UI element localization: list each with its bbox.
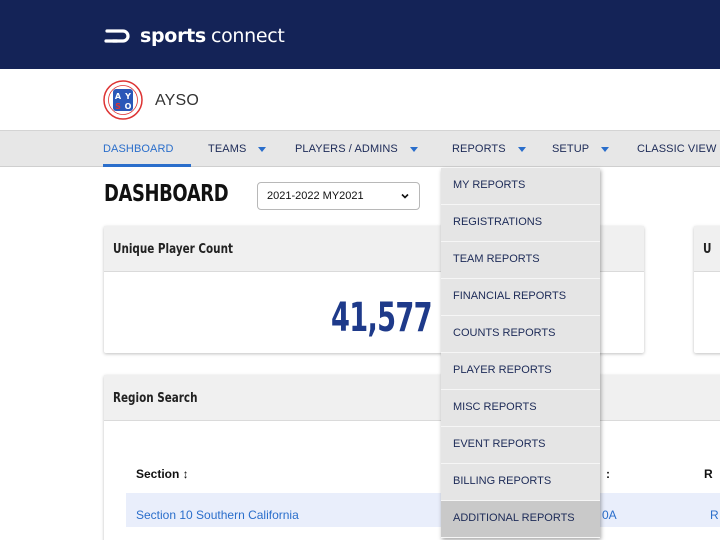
chevron-down-icon bbox=[401, 193, 409, 199]
svg-text:A: A bbox=[115, 92, 122, 101]
menu-item-my-reports[interactable]: MY REPORTS bbox=[441, 168, 600, 205]
menu-item-label: MISC REPORTS bbox=[453, 401, 537, 413]
menu-item-event-reports[interactable]: EVENT REPORTS bbox=[441, 427, 600, 464]
menu-item-label: COUNTS REPORTS bbox=[453, 327, 556, 339]
svg-text:Y: Y bbox=[124, 92, 131, 101]
menu-item-financial-reports[interactable]: FINANCIAL REPORTS bbox=[441, 279, 600, 316]
nav-players-admins[interactable]: PLAYERS / ADMINS bbox=[295, 143, 418, 155]
column-header-partial[interactable]: : bbox=[606, 467, 610, 481]
sports-connect-logo[interactable]: sports connect bbox=[103, 22, 285, 50]
menu-item-label: BILLING REPORTS bbox=[453, 475, 552, 487]
nav-classic-view[interactable]: CLASSIC VIEW bbox=[637, 143, 716, 155]
menu-item-additional-reports[interactable]: ADDITIONAL REPORTS bbox=[441, 501, 600, 538]
menu-item-registrations[interactable]: REGISTRATIONS bbox=[441, 205, 600, 242]
brand-name-bold: sports bbox=[140, 25, 206, 47]
menu-item-misc-reports[interactable]: MISC REPORTS bbox=[441, 390, 600, 427]
unique-player-count-value: 41,577 bbox=[331, 295, 433, 341]
menu-item-label: MY REPORTS bbox=[453, 179, 526, 191]
menu-item-label: PLAYER REPORTS bbox=[453, 364, 552, 376]
brand-name-light: connect bbox=[210, 25, 285, 47]
season-select-value: 2021-2022 MY2021 bbox=[267, 190, 364, 202]
main-navigation: DASHBOARD TEAMS PLAYERS / ADMINS REPORTS… bbox=[0, 131, 720, 167]
unique-player-count-title: Unique Player Count bbox=[113, 242, 233, 257]
menu-item-player-reports[interactable]: PLAYER REPORTS bbox=[441, 353, 600, 390]
organization-name: AYSO bbox=[155, 92, 200, 109]
svg-text:O: O bbox=[125, 102, 132, 111]
menu-item-label: EVENT REPORTS bbox=[453, 438, 546, 450]
menu-item-label: ADDITIONAL REPORTS bbox=[453, 512, 575, 524]
nav-teams[interactable]: TEAMS bbox=[208, 143, 267, 155]
nav-players-admins-label: PLAYERS / ADMINS bbox=[295, 143, 398, 155]
nav-dashboard-label: DASHBOARD bbox=[103, 143, 174, 155]
region-section-link[interactable]: Section 10 Southern California bbox=[136, 508, 299, 522]
nav-setup[interactable]: SETUP bbox=[552, 143, 610, 155]
region-right-link[interactable]: R bbox=[710, 508, 719, 522]
nav-reports[interactable]: REPORTS bbox=[452, 143, 526, 155]
menu-item-billing-reports[interactable]: BILLING REPORTS bbox=[441, 464, 600, 501]
secondary-stat-title: U bbox=[703, 242, 712, 257]
menu-item-label: TEAM REPORTS bbox=[453, 253, 540, 265]
nav-classic-view-label: CLASSIC VIEW bbox=[637, 143, 717, 155]
top-brand-bar: sports connect bbox=[0, 0, 720, 69]
caret-down-icon bbox=[258, 146, 267, 152]
page-title: DASHBOARD bbox=[104, 181, 229, 207]
nav-dashboard[interactable]: DASHBOARD bbox=[103, 143, 174, 155]
caret-down-icon bbox=[601, 146, 610, 152]
caret-down-icon bbox=[517, 146, 526, 152]
nav-reports-label: REPORTS bbox=[452, 143, 506, 155]
menu-item-label: REGISTRATIONS bbox=[453, 216, 543, 228]
active-tab-indicator bbox=[103, 164, 191, 167]
ayso-logo-icon[interactable]: A Y S O bbox=[103, 80, 143, 120]
menu-item-counts-reports[interactable]: COUNTS REPORTS bbox=[441, 316, 600, 353]
svg-text:S: S bbox=[115, 102, 121, 111]
reports-dropdown-menu: MY REPORTS REGISTRATIONS TEAM REPORTS FI… bbox=[441, 168, 600, 538]
column-header-right[interactable]: R bbox=[704, 467, 713, 481]
region-code-link[interactable]: 0A bbox=[602, 508, 617, 522]
region-search-title: Region Search bbox=[113, 391, 198, 406]
season-select[interactable]: 2021-2022 MY2021 bbox=[257, 182, 420, 210]
menu-item-label: FINANCIAL REPORTS bbox=[453, 290, 567, 302]
card-header: Region Search bbox=[104, 375, 720, 421]
sports-connect-logo-icon bbox=[104, 29, 130, 43]
caret-down-icon bbox=[409, 146, 418, 152]
nav-teams-label: TEAMS bbox=[208, 143, 247, 155]
secondary-stat-card: U bbox=[694, 226, 720, 353]
column-header-section[interactable]: Section ↕ bbox=[136, 467, 189, 481]
nav-setup-label: SETUP bbox=[552, 143, 590, 155]
organization-bar: A Y S O AYSO bbox=[0, 69, 720, 131]
menu-item-team-reports[interactable]: TEAM REPORTS bbox=[441, 242, 600, 279]
card-header: U bbox=[694, 226, 720, 272]
